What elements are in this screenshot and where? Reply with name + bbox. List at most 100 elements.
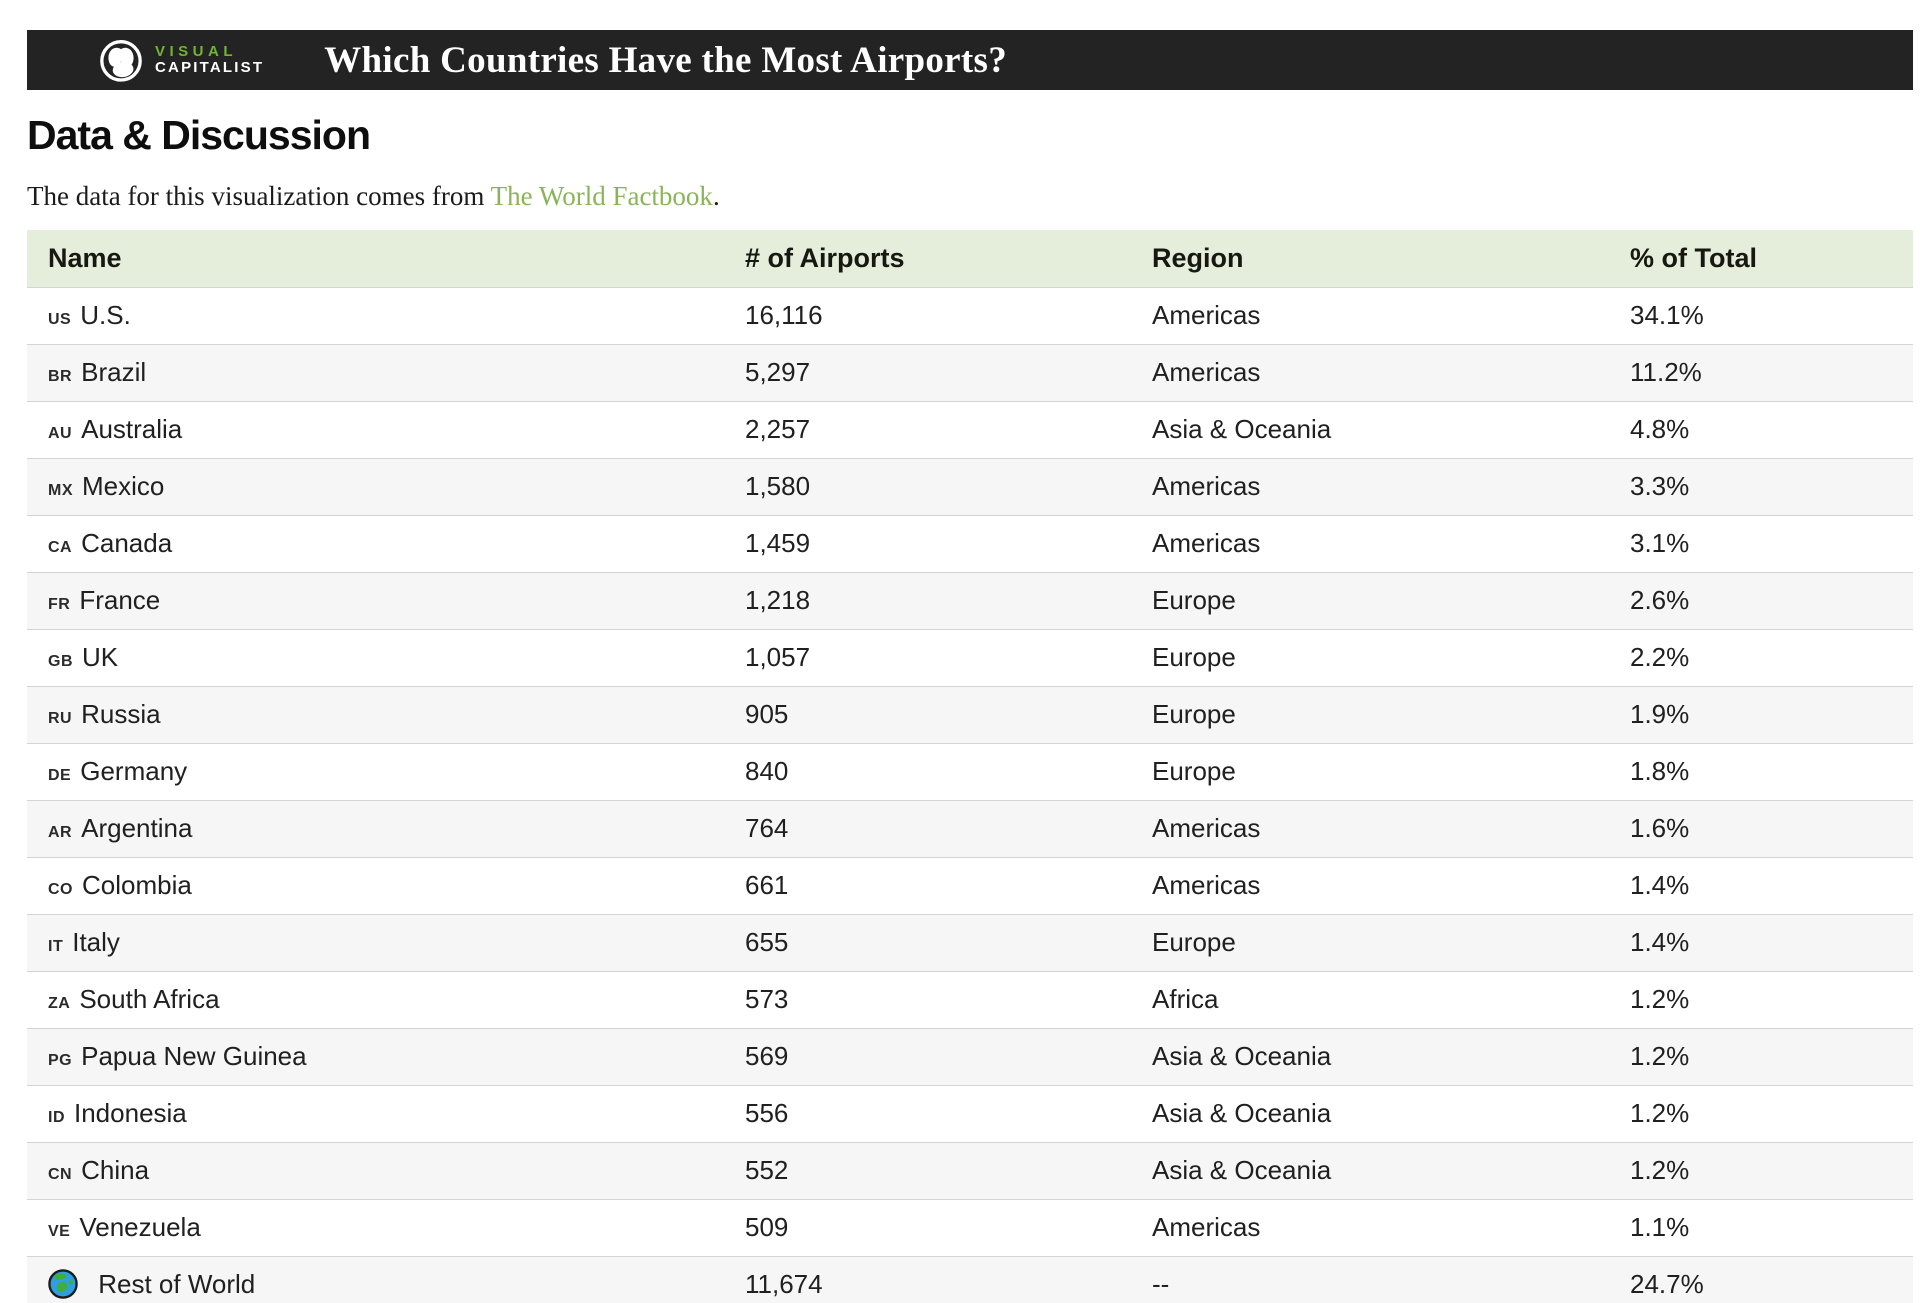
country-name: Rest of World <box>98 1269 255 1299</box>
table-row: CO Colombia 661 Americas 1.4% <box>27 857 1913 914</box>
country-name: China <box>81 1155 149 1185</box>
cell-airports: 16,116 <box>724 287 1131 344</box>
cell-name: IT Italy <box>27 914 724 971</box>
cell-region: Asia & Oceania <box>1131 1142 1609 1199</box>
country-code: ID <box>48 1109 65 1126</box>
country-name: France <box>79 585 160 615</box>
cell-name: FR France <box>27 572 724 629</box>
country-code: FR <box>48 596 70 613</box>
cell-pct: 3.1% <box>1609 515 1913 572</box>
country-name: Russia <box>81 699 160 729</box>
cell-name: BRBrazil <box>27 344 724 401</box>
cell-pct: 34.1% <box>1609 287 1913 344</box>
cell-pct: 24.7% <box>1609 1256 1913 1303</box>
table-row: FR France 1,218 Europe 2.6% <box>27 572 1913 629</box>
visual-capitalist-logo[interactable]: VISUAL CAPITALIST <box>96 35 264 85</box>
cell-name: US U.S. <box>27 287 724 344</box>
cell-airports: 764 <box>724 800 1131 857</box>
cell-pct: 3.3% <box>1609 458 1913 515</box>
country-code: VE <box>48 1223 70 1240</box>
country-name: U.S. <box>80 300 131 330</box>
country-name: Italy <box>72 927 120 957</box>
intro-paragraph: The data for this visualization comes fr… <box>27 181 720 212</box>
table-header-row: Name # of Airports Region % of Total <box>27 230 1913 287</box>
cell-pct: 4.8% <box>1609 401 1913 458</box>
cell-pct: 1.8% <box>1609 743 1913 800</box>
country-code: US <box>48 311 71 328</box>
country-name: Colombia <box>82 870 192 900</box>
table-row: DEGermany 840 Europe 1.8% <box>27 743 1913 800</box>
table-row: Rest of World 11,674 -- 24.7% <box>27 1256 1913 1303</box>
table-row: ZASouth Africa 573 Africa 1.2% <box>27 971 1913 1028</box>
country-code: RU <box>48 710 72 727</box>
section-heading: Data & Discussion <box>27 112 370 159</box>
cell-pct: 1.2% <box>1609 1085 1913 1142</box>
cell-region: Europe <box>1131 743 1609 800</box>
cell-airports: 2,257 <box>724 401 1131 458</box>
cell-region: Asia & Oceania <box>1131 1028 1609 1085</box>
visual-capitalist-binoculars-icon <box>96 35 146 85</box>
cell-region: Americas <box>1131 344 1609 401</box>
table-row: AU Australia 2,257 Asia & Oceania 4.8% <box>27 401 1913 458</box>
cell-airports: 1,459 <box>724 515 1131 572</box>
cell-airports: 655 <box>724 914 1131 971</box>
logo-word-capitalist: CAPITALIST <box>155 60 264 76</box>
table-row: CA Canada 1,459 Americas 3.1% <box>27 515 1913 572</box>
table-header: Name # of Airports Region % of Total <box>27 230 1913 287</box>
cell-pct: 1.4% <box>1609 857 1913 914</box>
country-code: CO <box>48 881 73 898</box>
cell-airports: 569 <box>724 1028 1131 1085</box>
column-header-airports: # of Airports <box>724 230 1131 287</box>
cell-name: RU Russia <box>27 686 724 743</box>
cell-region: Africa <box>1131 971 1609 1028</box>
cell-region: Europe <box>1131 572 1609 629</box>
country-code: AR <box>48 824 72 841</box>
cell-name: DEGermany <box>27 743 724 800</box>
country-code: CA <box>48 539 72 556</box>
country-name: Venezuela <box>79 1212 200 1242</box>
country-name: Mexico <box>82 471 164 501</box>
table-row: ITItaly 655 Europe 1.4% <box>27 914 1913 971</box>
cell-name: MXMexico <box>27 458 724 515</box>
cell-airports: 905 <box>724 686 1131 743</box>
cell-airports: 661 <box>724 857 1131 914</box>
cell-pct: 2.6% <box>1609 572 1913 629</box>
cell-region: Americas <box>1131 458 1609 515</box>
country-name: Canada <box>81 528 172 558</box>
cell-name: Rest of World <box>27 1256 724 1303</box>
cell-name: ZASouth Africa <box>27 971 724 1028</box>
cell-name: ARArgentina <box>27 800 724 857</box>
country-code: AU <box>48 425 72 442</box>
table-row: VEVenezuela 509 Americas 1.1% <box>27 1199 1913 1256</box>
country-name: Papua New Guinea <box>81 1041 306 1071</box>
country-name: Indonesia <box>74 1098 187 1128</box>
cell-region: Americas <box>1131 800 1609 857</box>
country-code: IT <box>48 938 63 955</box>
cell-name: PGPapua New Guinea <box>27 1028 724 1085</box>
table-row: MXMexico 1,580 Americas 3.3% <box>27 458 1913 515</box>
cell-airports: 1,218 <box>724 572 1131 629</box>
cell-region: Americas <box>1131 515 1609 572</box>
cell-region: Asia & Oceania <box>1131 401 1609 458</box>
airports-table: Name # of Airports Region % of Total USU… <box>27 230 1913 1303</box>
country-name: Brazil <box>81 357 146 387</box>
cell-name: GBUK <box>27 629 724 686</box>
cell-region: Americas <box>1131 857 1609 914</box>
cell-airports: 1,057 <box>724 629 1131 686</box>
cell-pct: 11.2% <box>1609 344 1913 401</box>
country-code: ZA <box>48 995 70 1012</box>
cell-pct: 1.6% <box>1609 800 1913 857</box>
infographic-title: Which Countries Have the Most Airports? <box>324 39 1007 82</box>
column-header-name: Name <box>27 230 724 287</box>
cell-name: ID Indonesia <box>27 1085 724 1142</box>
logo-word-visual: VISUAL <box>155 44 264 60</box>
cell-pct: 2.2% <box>1609 629 1913 686</box>
country-name: Australia <box>81 414 182 444</box>
cell-airports: 573 <box>724 971 1131 1028</box>
world-factbook-link[interactable]: The World Factbook <box>491 181 713 211</box>
country-code: GB <box>48 653 73 670</box>
cell-name: CNChina <box>27 1142 724 1199</box>
cell-airports: 1,580 <box>724 458 1131 515</box>
cell-pct: 1.2% <box>1609 971 1913 1028</box>
cell-region: Americas <box>1131 287 1609 344</box>
